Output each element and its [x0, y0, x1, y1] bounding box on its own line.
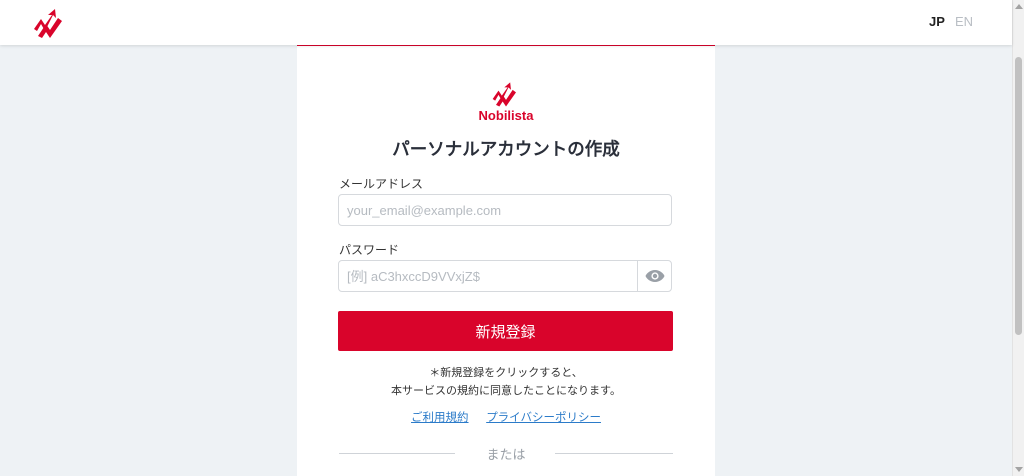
vertical-scrollbar[interactable] — [1012, 0, 1024, 476]
password-field — [338, 260, 672, 292]
top-bar: JP EN — [0, 0, 1012, 45]
password-input[interactable] — [339, 261, 637, 291]
language-jp[interactable]: JP — [929, 14, 945, 29]
divider-right — [555, 453, 673, 454]
terms-notice-line1: ＊新規登録をクリックすると、 — [429, 366, 583, 379]
page-title: パーソナルアカウントの作成 — [392, 140, 620, 160]
show-password-button[interactable] — [637, 261, 671, 291]
eye-icon — [645, 270, 664, 282]
brand: Nobilista — [297, 80, 715, 123]
nobilista-logo-icon — [492, 82, 516, 107]
password-label: パスワード — [339, 243, 400, 257]
scroll-up-arrow-icon[interactable] — [1015, 4, 1023, 9]
signup-card: Nobilista パーソナルアカウントの作成 メールアドレス パスワード 新規… — [297, 44, 715, 476]
terms-notice-line2: 本サービスの規約に同意したことになります。 — [391, 384, 621, 397]
email-input[interactable] — [338, 194, 672, 226]
nobilista-logo-icon[interactable] — [32, 7, 68, 39]
brand-name: Nobilista — [478, 108, 534, 123]
scroll-down-arrow-icon[interactable] — [1015, 467, 1023, 472]
email-label: メールアドレス — [339, 177, 424, 191]
scroll-thumb[interactable] — [1015, 57, 1022, 335]
legal-links: ご利用規約 プライバシーポリシー — [297, 409, 715, 425]
language-en[interactable]: EN — [955, 14, 973, 29]
terms-link[interactable]: ご利用規約 — [411, 410, 469, 424]
privacy-policy-link[interactable]: プライバシーポリシー — [486, 410, 601, 424]
signup-button[interactable]: 新規登録 — [338, 311, 673, 351]
